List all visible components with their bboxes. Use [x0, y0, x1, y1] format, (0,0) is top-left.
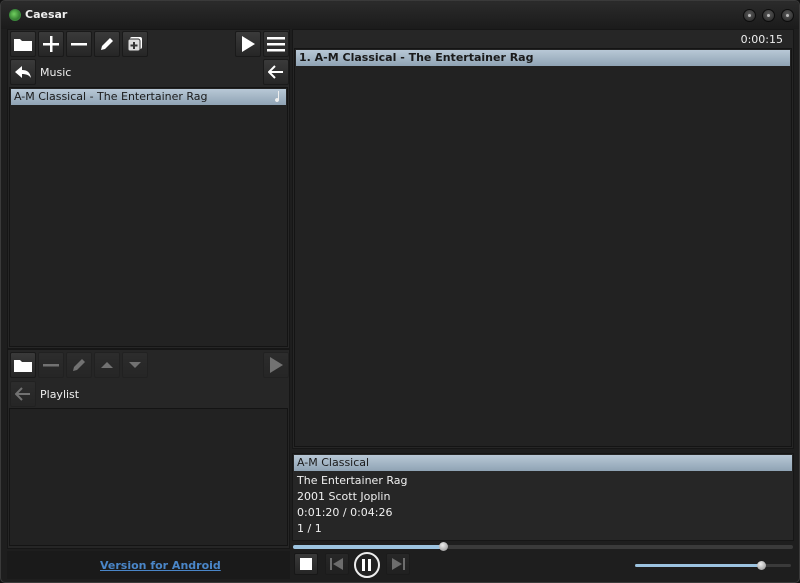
browser-header-label: Music: [40, 66, 72, 79]
left-arrow-icon: [15, 387, 30, 401]
add-copy-button[interactable]: [122, 31, 148, 57]
minus-icon: [43, 364, 59, 367]
title-bar[interactable]: Caesar: [1, 1, 799, 29]
pause-button[interactable]: [354, 552, 380, 578]
now-playing-panel: 0:00:15 1. A-M Classical - The Entertain…: [292, 29, 794, 449]
list-item-label: A-M Classical - The Entertainer Rag: [14, 90, 208, 103]
next-icon: [392, 558, 405, 570]
volume-handle[interactable]: [757, 561, 767, 570]
playlist-open-button[interactable]: [10, 352, 36, 378]
play-browser-button[interactable]: [235, 31, 261, 57]
remove-button[interactable]: [66, 31, 92, 57]
app-title: Caesar: [25, 8, 68, 21]
queue-item[interactable]: 1. A-M Classical - The Entertainer Rag: [296, 50, 790, 66]
browser-list[interactable]: A-M Classical - The Entertainer Rag: [9, 87, 288, 347]
queue-list[interactable]: 1. A-M Classical - The Entertainer Rag: [294, 48, 792, 447]
play-icon: [242, 36, 255, 52]
back-icon: [15, 66, 31, 78]
info-time: 0:01:20 / 0:04:26: [297, 506, 393, 519]
playlist-panel: Playlist: [7, 349, 290, 549]
stop-button[interactable]: [294, 553, 318, 575]
pencil-icon: [73, 359, 85, 371]
playlist-edit-button[interactable]: [66, 352, 92, 378]
info-track-count: 1 / 1: [297, 522, 322, 535]
music-note-icon: [275, 91, 280, 103]
pause-icon: [362, 559, 371, 571]
list-item[interactable]: A-M Classical - The Entertainer Rag: [11, 89, 286, 105]
browser-toolbar: [10, 31, 289, 57]
previous-icon: [330, 558, 343, 570]
playlist-list[interactable]: [9, 408, 288, 546]
close-button[interactable]: [781, 9, 794, 22]
stop-icon: [300, 558, 312, 570]
down-arrow-icon: [129, 362, 141, 368]
seek-bar-handle[interactable]: [439, 542, 448, 551]
add-button[interactable]: [38, 31, 64, 57]
track-info-panel: A-M Classical The Entertainer Rag 2001 S…: [292, 453, 794, 541]
folder-icon: [14, 360, 32, 372]
open-folder-button[interactable]: [10, 31, 36, 57]
menu-button[interactable]: [263, 31, 289, 57]
playlist-toolbar: [10, 352, 289, 378]
music-browser-panel: Music A-M Classical - The Entertainer Ra…: [7, 29, 290, 349]
up-arrow-icon: [101, 362, 113, 368]
edit-button[interactable]: [94, 31, 120, 57]
queue-item-label: 1. A-M Classical - The Entertainer Rag: [299, 51, 534, 64]
move-up-button[interactable]: [94, 352, 120, 378]
volume-fill: [635, 564, 762, 567]
minus-icon: [71, 43, 87, 46]
seek-bar-fill: [293, 545, 443, 549]
info-title: The Entertainer Rag: [297, 474, 408, 487]
move-down-button[interactable]: [122, 352, 148, 378]
browser-up-button[interactable]: [263, 59, 289, 85]
play-icon: [270, 357, 283, 373]
plus-icon: [43, 36, 59, 52]
app-logo-icon: [9, 9, 21, 21]
maximize-button[interactable]: [762, 9, 775, 22]
playlist-play-button[interactable]: [263, 352, 289, 378]
seek-bar[interactable]: [293, 542, 793, 551]
app-window: Caesar Music A-M Classical - The Enterta…: [0, 0, 800, 583]
folder-icon: [14, 39, 32, 51]
footer-bar: Version for Android: [7, 551, 290, 579]
elapsed-time: 0:00:15: [740, 33, 783, 46]
playlist-remove-button[interactable]: [38, 352, 64, 378]
browser-back-button[interactable]: [10, 59, 36, 85]
playlist-header-label: Playlist: [40, 388, 80, 401]
info-artist: A-M Classical: [297, 456, 370, 469]
info-year-composer: 2001 Scott Joplin: [297, 490, 391, 503]
minimize-button[interactable]: [743, 9, 756, 22]
info-artist-row: A-M Classical: [294, 455, 792, 471]
left-arrow-icon: [268, 65, 283, 79]
playlist-back-button[interactable]: [10, 381, 36, 407]
android-version-link[interactable]: Version for Android: [100, 559, 221, 572]
previous-button[interactable]: [325, 553, 349, 575]
next-button[interactable]: [386, 553, 410, 575]
volume-slider[interactable]: [635, 561, 791, 570]
pencil-icon: [101, 38, 113, 50]
add-copy-icon: [127, 37, 142, 52]
menu-icon: [267, 37, 285, 52]
